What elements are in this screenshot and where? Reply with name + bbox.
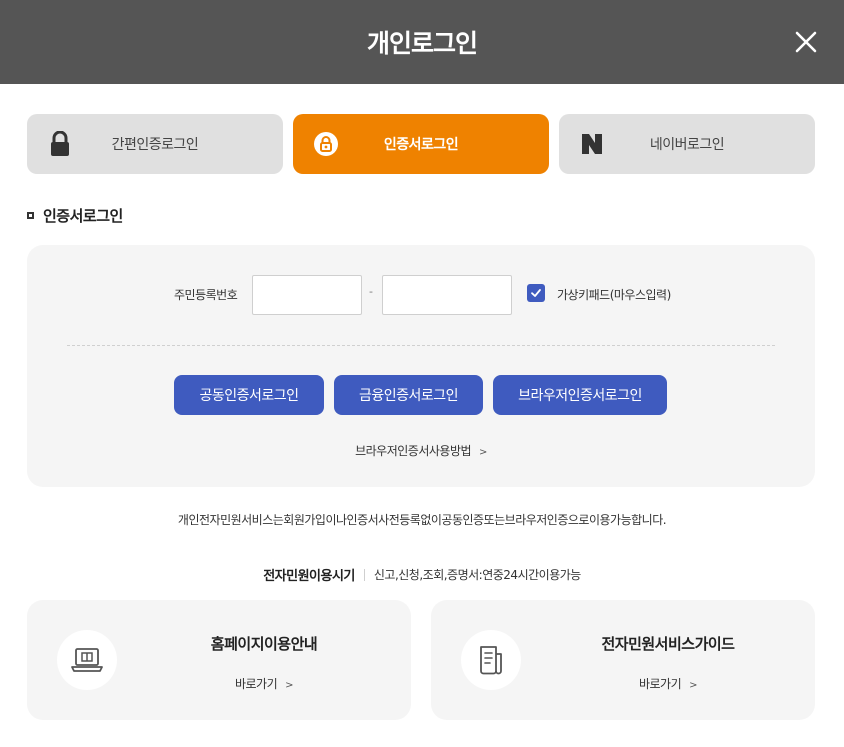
card-title: 전자민원서비스가이드: [601, 635, 735, 653]
virtual-keyboard-label[interactable]: 가상키패드(마우스입력): [557, 286, 671, 303]
card-link-label: 바로가기: [234, 677, 278, 691]
homepage-guide-card[interactable]: 홈페이지이용안내 바로가기 >: [27, 600, 411, 720]
login-tabs: 간편인증로그인 인증서로그인 네이버로그인: [27, 114, 815, 174]
certificate-icon: [313, 131, 339, 157]
rrn-first-input[interactable]: [252, 275, 362, 315]
service-hours: 전자민원이용시기 신고,신청,조회,증명서:연중24시간이용가능: [0, 565, 844, 584]
close-button[interactable]: [794, 30, 818, 54]
card-link-label: 바로가기: [638, 677, 682, 691]
checkmark-icon: [531, 289, 541, 297]
financial-certificate-login-button[interactable]: 금융인증서로그인: [334, 375, 483, 415]
lock-icon: [47, 131, 73, 157]
card-link[interactable]: 바로가기 >: [521, 675, 815, 692]
chevron-right-icon: >: [285, 680, 294, 691]
chevron-right-icon: >: [479, 447, 487, 458]
certificate-login-panel: 주민등록번호 - 가상키패드(마우스입력) 공동인증서로그인 금융인증서로그인 …: [27, 245, 815, 487]
tab-label: 인증서로그인: [383, 137, 459, 153]
tab-simple-auth[interactable]: 간편인증로그인: [27, 114, 283, 174]
card-title: 홈페이지이용안내: [210, 635, 318, 653]
naver-icon: [579, 131, 605, 157]
rrn-dash: -: [369, 285, 373, 298]
tab-label: 네이버로그인: [649, 137, 725, 153]
separator: [363, 568, 365, 581]
modal-title: 개인로그인: [366, 29, 478, 58]
service-hours-text: 신고,신청,조회,증명서:연중24시간이용가능: [373, 568, 581, 582]
browser-certificate-login-button[interactable]: 브라우저인증서로그인: [493, 375, 667, 415]
laptop-icon: [57, 630, 117, 690]
tab-certificate[interactable]: 인증서로그인: [293, 114, 549, 174]
service-notice: 개인전자민원서비스는회원가입이나인증서사전등록없이공동인증또는브라우저인증으로이…: [177, 513, 667, 527]
modal-header: 개인로그인: [0, 0, 844, 84]
chevron-right-icon: >: [689, 680, 698, 691]
close-icon: [795, 31, 817, 53]
tab-naver[interactable]: 네이버로그인: [559, 114, 815, 174]
divider: [67, 345, 775, 346]
howto-label: 브라우저인증서사용방법: [355, 444, 472, 458]
rrn-second-input[interactable]: [382, 275, 512, 315]
document-guide-icon: [461, 630, 521, 690]
service-hours-title: 전자민원이용시기: [263, 569, 355, 584]
tab-label: 간편인증로그인: [111, 137, 199, 153]
joint-certificate-login-button[interactable]: 공동인증서로그인: [174, 375, 324, 415]
virtual-keyboard-checkbox[interactable]: [527, 284, 545, 302]
rrn-label: 주민등록번호: [174, 288, 238, 302]
section-heading: 인증서로그인: [27, 205, 123, 226]
section-title: 인증서로그인: [43, 207, 123, 225]
card-link[interactable]: 바로가기 >: [117, 675, 411, 692]
browser-cert-howto-link[interactable]: 브라우저인증서사용방법 >: [27, 442, 815, 459]
e-civil-service-guide-card[interactable]: 전자민원서비스가이드 바로가기 >: [431, 600, 815, 720]
bullet-icon: [27, 212, 34, 219]
